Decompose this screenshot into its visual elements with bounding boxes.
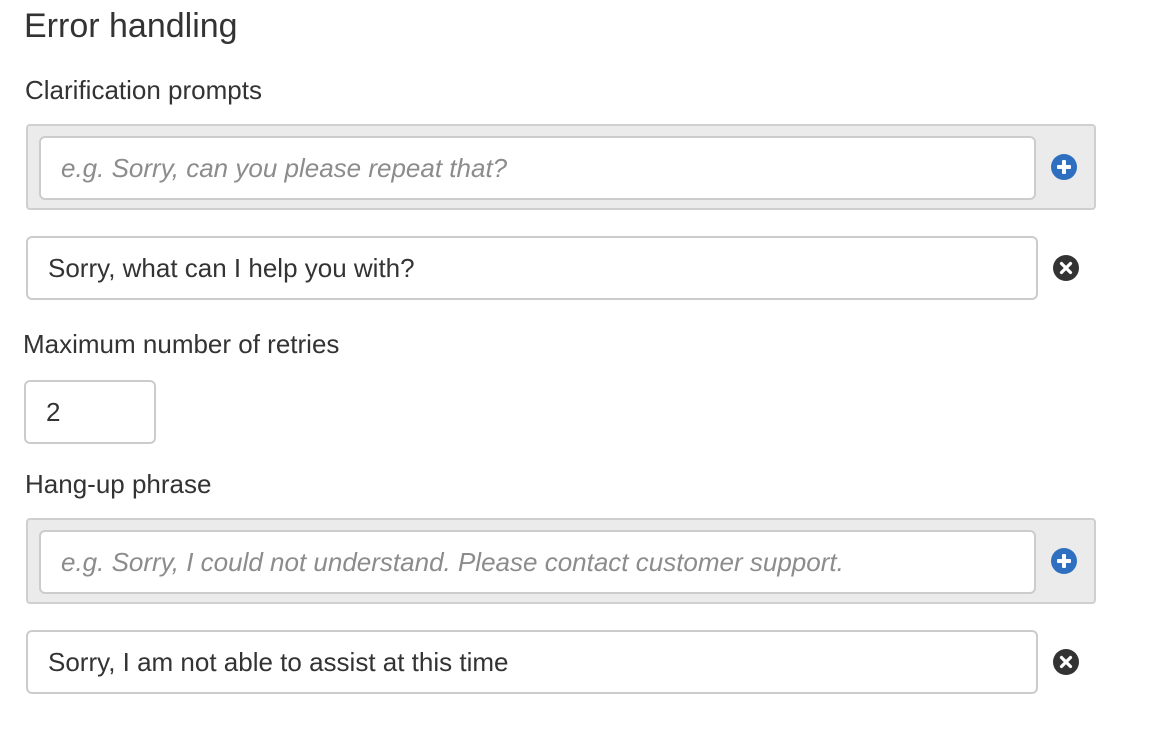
section-title: Error handling xyxy=(24,7,238,45)
add-hangup-phrase-button[interactable] xyxy=(1050,547,1078,575)
plus-circle-icon xyxy=(1051,154,1077,180)
clarification-prompt-input[interactable] xyxy=(39,136,1036,200)
x-circle-icon xyxy=(1053,255,1079,281)
max-retries-input[interactable] xyxy=(24,380,156,444)
remove-hangup-phrase-button[interactable] xyxy=(1052,648,1080,676)
remove-clarification-prompt-button[interactable] xyxy=(1052,254,1080,282)
hangup-phrase-input[interactable] xyxy=(39,530,1036,594)
clarification-prompt-value[interactable] xyxy=(26,236,1038,300)
x-circle-icon xyxy=(1053,649,1079,675)
clarification-prompt-item xyxy=(26,236,1096,300)
hangup-phrase-item xyxy=(26,630,1096,694)
hangup-phrase-value[interactable] xyxy=(26,630,1038,694)
hangup-phrase-add-panel xyxy=(26,518,1096,604)
clarification-prompt-add-panel xyxy=(26,124,1096,210)
clarification-prompts-label: Clarification prompts xyxy=(25,75,262,105)
hangup-phrase-label: Hang-up phrase xyxy=(25,469,212,499)
add-clarification-prompt-button[interactable] xyxy=(1050,153,1078,181)
plus-circle-icon xyxy=(1051,548,1077,574)
max-retries-label: Maximum number of retries xyxy=(23,329,340,359)
